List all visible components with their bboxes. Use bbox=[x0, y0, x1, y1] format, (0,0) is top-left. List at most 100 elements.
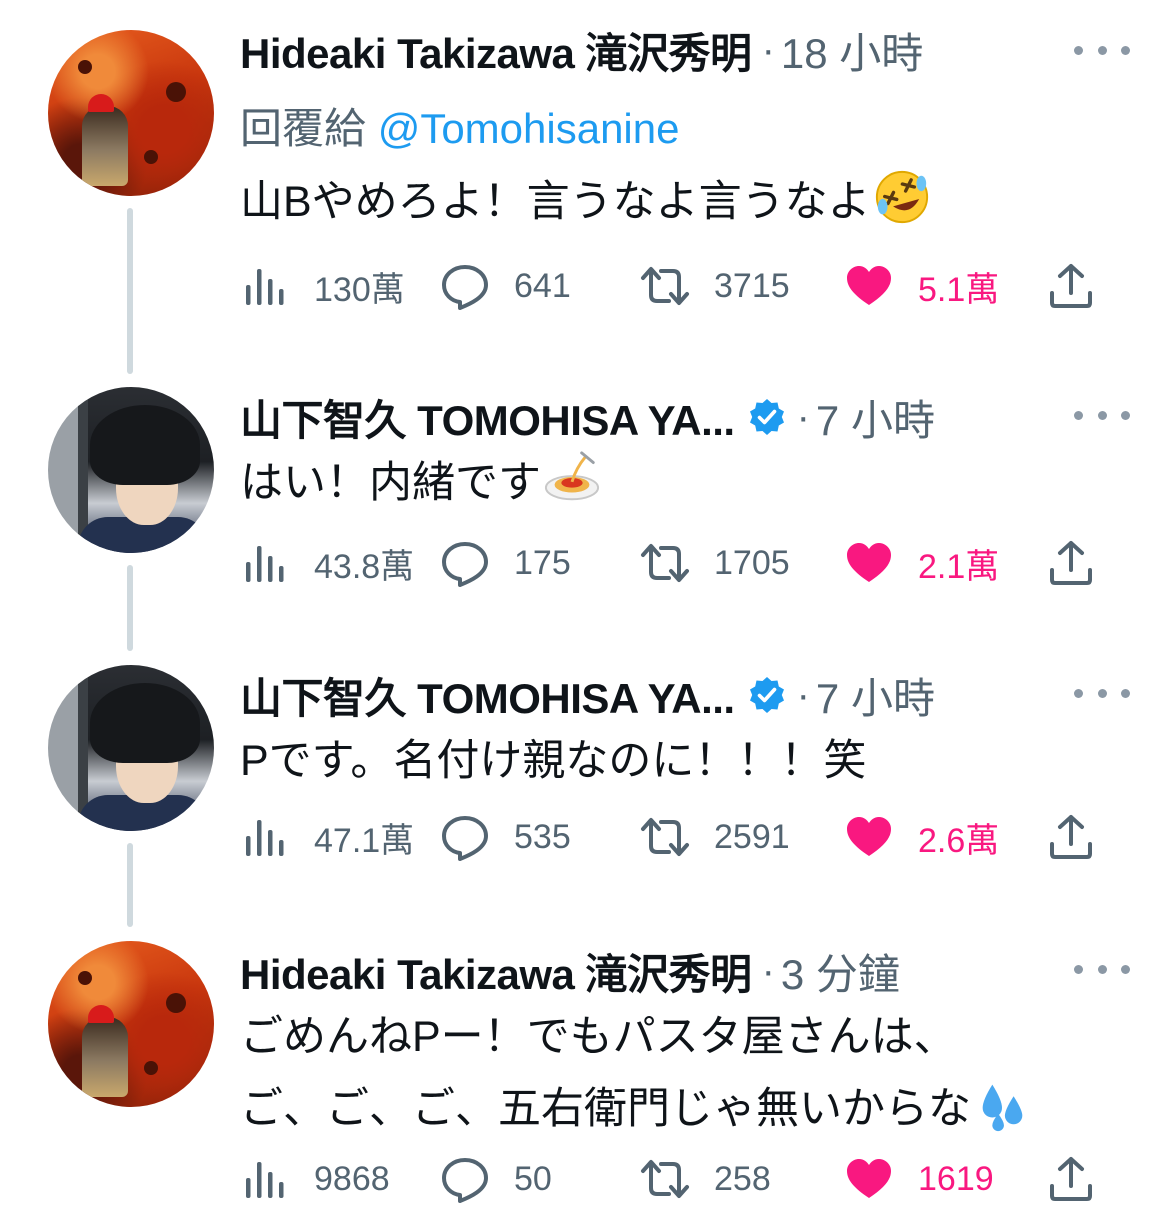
sweat-droplets-emoji-icon bbox=[982, 1084, 1023, 1132]
tweet[interactable]: 山下智久 TOMOHISA YA... · 7 小時 はい！内緒です 43.8萬… bbox=[0, 365, 1170, 651]
more-options-icon[interactable] bbox=[1074, 40, 1130, 60]
avatar-figure bbox=[82, 106, 128, 186]
spaghetti-emoji-icon bbox=[544, 451, 600, 501]
timestamp[interactable]: 7 小時 bbox=[816, 665, 935, 726]
tweet-header: Hideaki Takizawa 滝沢秀明 · 18 小時 bbox=[240, 22, 923, 78]
verified-badge-icon bbox=[747, 675, 787, 715]
views-icon bbox=[240, 261, 290, 311]
share-button[interactable] bbox=[1046, 1149, 1096, 1209]
avatar[interactable] bbox=[48, 665, 214, 831]
retweet-icon bbox=[640, 261, 690, 311]
author-name[interactable]: 山下智久 TOMOHISA YA... bbox=[240, 665, 735, 726]
tweet[interactable]: 山下智久 TOMOHISA YA... · 7 小時 Pです。名付け親なのに！！… bbox=[0, 643, 1170, 927]
views-button[interactable]: 43.8萬 bbox=[240, 533, 414, 593]
timestamp[interactable]: 3 分鐘 bbox=[781, 941, 900, 1002]
more-options-icon[interactable] bbox=[1074, 959, 1130, 979]
reply-button[interactable]: 535 bbox=[440, 807, 571, 867]
tweet-text-line-with-emoji: ご、ご、ご、五右衛門じゃ無いからな bbox=[240, 1073, 1031, 1145]
like-count: 5.1萬 bbox=[918, 270, 1000, 309]
views-icon bbox=[240, 812, 290, 862]
share-button[interactable] bbox=[1046, 807, 1096, 867]
views-count: 130萬 bbox=[314, 270, 405, 309]
avatar-texture bbox=[78, 971, 92, 985]
reply-icon bbox=[440, 1154, 490, 1204]
reply-icon bbox=[440, 538, 490, 588]
tweet-text: Pです。名付け親なのに！！！笑 bbox=[240, 725, 866, 797]
thread-connector bbox=[127, 208, 133, 374]
reply-button[interactable]: 175 bbox=[440, 533, 571, 593]
tweet-text: 山Bやめろよ！言うなよ言うなよ bbox=[240, 166, 931, 238]
tweet-header: Hideaki Takizawa 滝沢秀明 · 3 分鐘 bbox=[240, 943, 900, 999]
share-icon bbox=[1046, 1154, 1096, 1204]
tweet-actions: 130萬 641 3715 5.1萬 bbox=[240, 256, 1120, 316]
verified-badge-icon bbox=[747, 397, 787, 437]
tweet-text-content: はい！内緒です bbox=[240, 459, 541, 507]
avatar-hair bbox=[90, 405, 200, 485]
tweet-text-content: 山Bやめろよ！言うなよ言うなよ bbox=[240, 178, 871, 226]
views-icon bbox=[240, 1154, 290, 1204]
rolling-laughing-emoji-icon bbox=[875, 170, 928, 224]
share-button[interactable] bbox=[1046, 533, 1096, 593]
like-button[interactable]: 2.1萬 bbox=[844, 533, 999, 593]
tweet[interactable]: Hideaki Takizawa 滝沢秀明 · 18 小時 回覆給 @Tomoh… bbox=[0, 0, 1170, 374]
retweet-button[interactable]: 258 bbox=[640, 1149, 771, 1209]
author-name[interactable]: Hideaki Takizawa 滝沢秀明 bbox=[240, 941, 752, 1002]
avatar-hair bbox=[90, 683, 200, 763]
avatar-texture bbox=[144, 150, 158, 164]
reply-button[interactable]: 50 bbox=[440, 1149, 552, 1209]
like-count: 2.6萬 bbox=[918, 821, 1000, 860]
reply-context: 回覆給 @Tomohisanine bbox=[240, 95, 679, 156]
santa-hat-icon bbox=[88, 94, 114, 112]
avatar-texture bbox=[144, 1061, 158, 1075]
timestamp[interactable]: 18 小時 bbox=[781, 20, 923, 81]
separator-dot: · bbox=[761, 948, 775, 993]
separator-dot: · bbox=[761, 27, 775, 72]
share-icon bbox=[1046, 812, 1096, 862]
share-button[interactable] bbox=[1046, 256, 1096, 316]
avatar-texture bbox=[78, 60, 92, 74]
avatar[interactable] bbox=[48, 941, 214, 1107]
like-count: 2.1萬 bbox=[918, 547, 1000, 586]
views-button[interactable]: 47.1萬 bbox=[240, 807, 414, 867]
tweet[interactable]: Hideaki Takizawa 滝沢秀明 · 3 分鐘 ごめんねPー！でもパス… bbox=[0, 919, 1170, 1232]
heart-icon bbox=[844, 812, 894, 862]
heart-icon bbox=[844, 261, 894, 311]
share-icon bbox=[1046, 261, 1096, 311]
retweet-button[interactable]: 3715 bbox=[640, 256, 790, 316]
heart-icon bbox=[844, 1154, 894, 1204]
santa-hat-icon bbox=[88, 1005, 114, 1023]
avatar[interactable] bbox=[48, 30, 214, 196]
tweet-header: 山下智久 TOMOHISA YA... · 7 小時 bbox=[240, 389, 935, 445]
reply-icon bbox=[440, 261, 490, 311]
views-button[interactable]: 9868 bbox=[240, 1149, 390, 1209]
tweet-actions: 47.1萬 535 2591 2.6萬 bbox=[240, 807, 1120, 867]
author-name[interactable]: 山下智久 TOMOHISA YA... bbox=[240, 387, 735, 448]
like-button[interactable]: 2.6萬 bbox=[844, 807, 999, 867]
author-name[interactable]: Hideaki Takizawa 滝沢秀明 bbox=[240, 20, 752, 81]
share-icon bbox=[1046, 538, 1096, 588]
avatar-texture bbox=[166, 993, 186, 1013]
tweet-text-content: Pです。名付け親なのに！！！笑 bbox=[240, 737, 867, 785]
avatar-texture bbox=[166, 82, 186, 102]
reply-mention-link[interactable]: @Tomohisanine bbox=[378, 105, 680, 152]
like-button[interactable]: 5.1萬 bbox=[844, 256, 999, 316]
more-options-icon[interactable] bbox=[1074, 405, 1130, 425]
timestamp[interactable]: 7 小時 bbox=[816, 387, 935, 448]
retweet-button[interactable]: 2591 bbox=[640, 807, 790, 867]
views-count: 9868 bbox=[314, 1159, 390, 1198]
retweet-button[interactable]: 1705 bbox=[640, 533, 790, 593]
views-button[interactable]: 130萬 bbox=[240, 256, 405, 316]
tweet-text: はい！内緒です bbox=[240, 447, 601, 519]
retweet-count: 258 bbox=[714, 1159, 771, 1198]
separator-dot: · bbox=[796, 672, 810, 717]
retweet-icon bbox=[640, 538, 690, 588]
views-count: 47.1萬 bbox=[314, 821, 415, 860]
avatar[interactable] bbox=[48, 387, 214, 553]
retweet-icon bbox=[640, 812, 690, 862]
avatar-figure bbox=[82, 1017, 128, 1097]
reply-icon bbox=[440, 812, 490, 862]
tweet-actions: 43.8萬 175 1705 2.1萬 bbox=[240, 533, 1120, 593]
like-button[interactable]: 1619 bbox=[844, 1149, 994, 1209]
more-options-icon[interactable] bbox=[1074, 683, 1130, 703]
reply-button[interactable]: 641 bbox=[440, 256, 571, 316]
